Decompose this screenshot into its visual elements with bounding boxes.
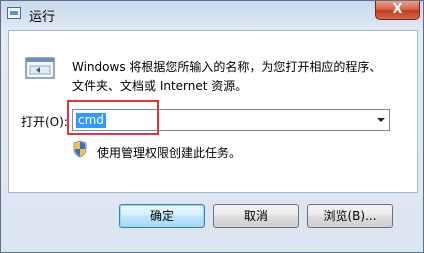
description-line-2: 文件夹、文档或 Internet 资源。 [72,79,248,93]
chevron-down-icon[interactable] [377,118,385,122]
ok-button[interactable]: 确定 [119,204,205,228]
cancel-button[interactable]: 取消 [213,204,299,228]
window-title: 运行 [29,10,56,25]
description-line-1: Windows 将根据您所输入的名称，为您打开相应的程序、 [72,60,382,74]
title-bar[interactable]: 运行 X [1,1,423,27]
browse-button[interactable]: 浏览(B)... [307,204,393,228]
annotation-highlight-box [67,100,159,135]
run-dialog: 运行 X Windows 将根据您所输入的名称，为您打开相应的程序、 文件夹、文… [0,0,424,253]
admin-note: 使用管理权限创建此任务。 [97,146,242,160]
run-program-icon [25,57,55,79]
close-button[interactable]: X [375,1,420,20]
run-icon [7,7,21,19]
uac-shield-icon [73,140,87,158]
dialog-body: Windows 将根据您所输入的名称，为您打开相应的程序、 文件夹、文档或 In… [8,30,418,193]
open-label: 打开(O): [21,115,68,129]
